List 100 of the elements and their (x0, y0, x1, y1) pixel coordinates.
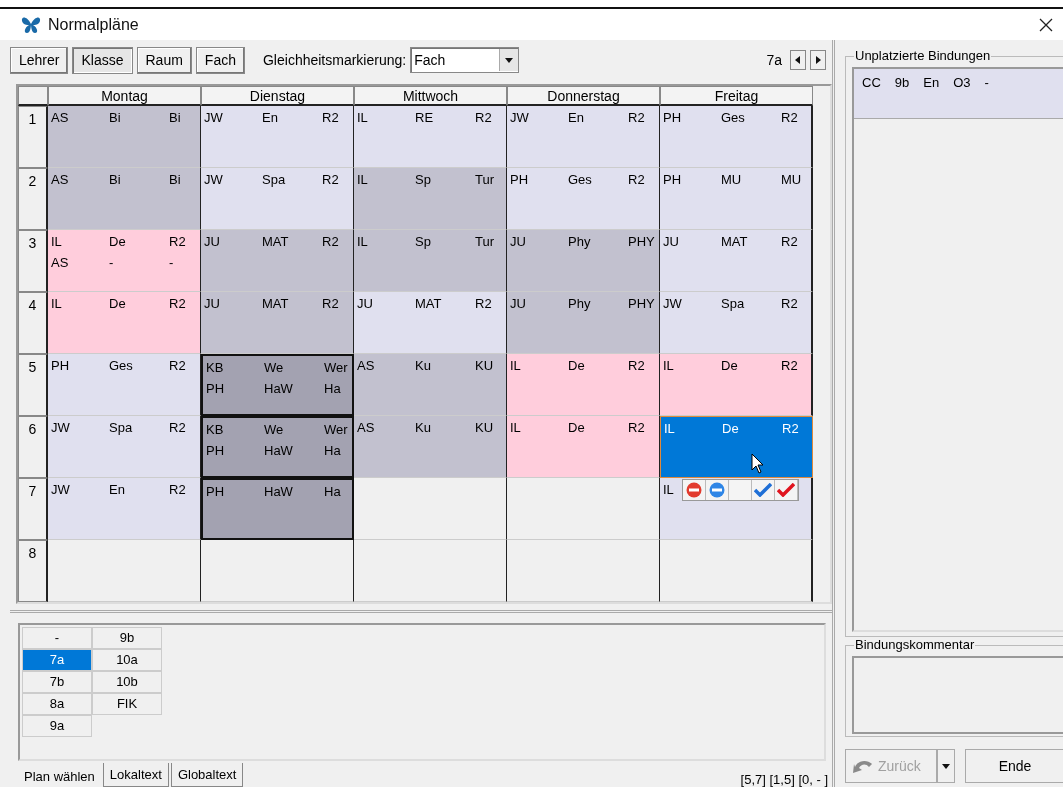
teacher-code: IL (51, 296, 62, 313)
plan-item[interactable]: - (22, 627, 92, 649)
period-number: 7 (18, 478, 48, 540)
lesson-cell[interactable]: IL De R2 (507, 416, 660, 478)
dropdown-button[interactable] (937, 749, 955, 783)
lesson-cell[interactable]: JU Phy PHY (507, 292, 660, 354)
lesson-cell[interactable]: JW Spa R2 (201, 168, 354, 230)
lesson-cell[interactable]: AS Ku KU (354, 416, 507, 478)
comment-field[interactable] (852, 656, 1063, 734)
lesson-cell[interactable]: IL De R2 AS - - (48, 230, 201, 292)
view-button[interactable]: Klasse (72, 46, 133, 74)
teacher-code: JW (204, 172, 223, 189)
view-button[interactable]: Fach (195, 46, 245, 74)
lesson-cell[interactable]: JU Phy PHY (507, 230, 660, 292)
lesson-cell[interactable]: JW Spa R2 (660, 292, 813, 354)
lesson-cell[interactable]: PH Ges R2 (507, 168, 660, 230)
lesson-cell[interactable]: JU MAT R2 (201, 292, 354, 354)
lesson-cell[interactable]: IL (660, 478, 813, 540)
lesson-cell[interactable]: IL De R2 (660, 354, 813, 416)
status-text: [5,7] [1,5] [0, - ] (740, 772, 828, 787)
subject-code: De (109, 296, 126, 313)
lesson-cell[interactable]: PH Ges R2 (660, 106, 813, 168)
lesson-cell[interactable]: IL Sp Tur (354, 168, 507, 230)
plan-item[interactable]: 10a (92, 649, 162, 671)
subject-code: Bi (109, 110, 121, 127)
lesson-cell[interactable]: JW En R2 (507, 106, 660, 168)
plan-item[interactable]: 8a (22, 693, 92, 715)
period-number: 4 (18, 292, 48, 354)
lesson-cell[interactable]: JU MAT R2 (354, 292, 507, 354)
subject-code: Ku (415, 420, 431, 437)
right-arrow-icon (814, 56, 822, 64)
view-button[interactable]: Raum (136, 46, 192, 74)
lesson-cell[interactable]: JW En R2 (48, 478, 201, 540)
teacher-code: AS (51, 110, 69, 127)
lesson-cell[interactable]: JW Spa R2 (48, 416, 201, 478)
room-code: KU (475, 358, 494, 375)
teacher-code: JW (51, 420, 70, 437)
subject-code: MU (721, 172, 742, 189)
tab[interactable]: Globaltext (170, 763, 244, 787)
lesson-cell[interactable]: IL De R2 (48, 292, 201, 354)
lesson-cell[interactable]: AS Ku KU (354, 354, 507, 416)
subject-code: Spa (109, 420, 133, 437)
lesson-cell[interactable] (660, 540, 813, 602)
marking-select[interactable]: Fach (410, 47, 520, 73)
teacher-code: PH (510, 172, 529, 189)
period-number: 2 (18, 168, 48, 230)
lesson-cell[interactable]: PH Ges R2 (48, 354, 201, 416)
lesson-cell[interactable] (507, 478, 660, 540)
plan-item[interactable]: 9b (92, 627, 162, 649)
lesson-cell[interactable] (48, 540, 201, 602)
day-header: Donnerstag (507, 86, 660, 106)
room-code: R2 (781, 234, 798, 251)
teacher-code: IL (357, 172, 368, 189)
lesson-cell[interactable]: IL De R2 (507, 354, 660, 416)
unplaced-item[interactable]: CC 9b En O3 - (854, 69, 1063, 119)
subject-code: Ges (109, 358, 133, 375)
check-icon (754, 483, 772, 497)
left-arrow-icon (794, 56, 802, 64)
teacher-code: IL (357, 234, 368, 251)
lesson-cell[interactable]: JU MAT R2 (660, 230, 813, 292)
confirm-button[interactable] (775, 480, 798, 500)
confirm-button[interactable] (752, 480, 775, 500)
plan-item[interactable]: FIK (92, 693, 162, 715)
lesson-cell[interactable] (354, 540, 507, 602)
lesson-cell[interactable] (201, 540, 354, 602)
check-icon (777, 483, 795, 497)
delete-button[interactable] (683, 480, 706, 500)
lesson-cell[interactable]: JU MAT R2 (201, 230, 354, 292)
lesson-cell[interactable]: IL RE R2 (354, 106, 507, 168)
lesson-cell[interactable] (354, 478, 507, 540)
lesson-cell[interactable]: IL De R2 (660, 416, 813, 478)
teacher-code: JW (204, 110, 223, 127)
plan-item[interactable]: 10b (92, 671, 162, 693)
subject-code: HaW (264, 484, 293, 501)
remove-button[interactable] (706, 480, 729, 500)
item-text: O3 (953, 75, 971, 92)
room-code: R2 (322, 234, 339, 251)
lesson-cell[interactable]: JW En R2 (201, 106, 354, 168)
view-button[interactable]: Lehrer (10, 46, 69, 74)
plan-item[interactable]: 9a (22, 715, 92, 737)
subject-code: MAT (721, 234, 748, 251)
lesson-cell[interactable]: AS Bi Bi (48, 168, 201, 230)
lesson-cell[interactable]: KB We Wer PH HaW Ha (201, 354, 354, 416)
subject-code: MAT (415, 296, 442, 313)
lesson-cell[interactable] (507, 540, 660, 602)
close-icon[interactable] (1039, 17, 1053, 32)
lesson-cell[interactable]: AS Bi Bi (48, 106, 201, 168)
lesson-cell[interactable]: IL Sp Tur (354, 230, 507, 292)
previous-button[interactable] (790, 50, 806, 70)
end-button[interactable]: Ende (965, 749, 1063, 783)
room-code: Bi (169, 172, 181, 189)
lesson-cell[interactable]: PH MU MU (660, 168, 813, 230)
tab[interactable]: Lokaltext (102, 763, 169, 787)
plan-item[interactable]: 7a (22, 649, 92, 671)
subject-code: MAT (262, 296, 289, 313)
subject-code: Bi (109, 172, 121, 189)
next-button[interactable] (810, 50, 826, 70)
lesson-cell[interactable]: PH HaW Ha (201, 478, 354, 540)
lesson-cell[interactable]: KB We Wer PH HaW Ha (201, 416, 354, 478)
plan-item[interactable]: 7b (22, 671, 92, 693)
